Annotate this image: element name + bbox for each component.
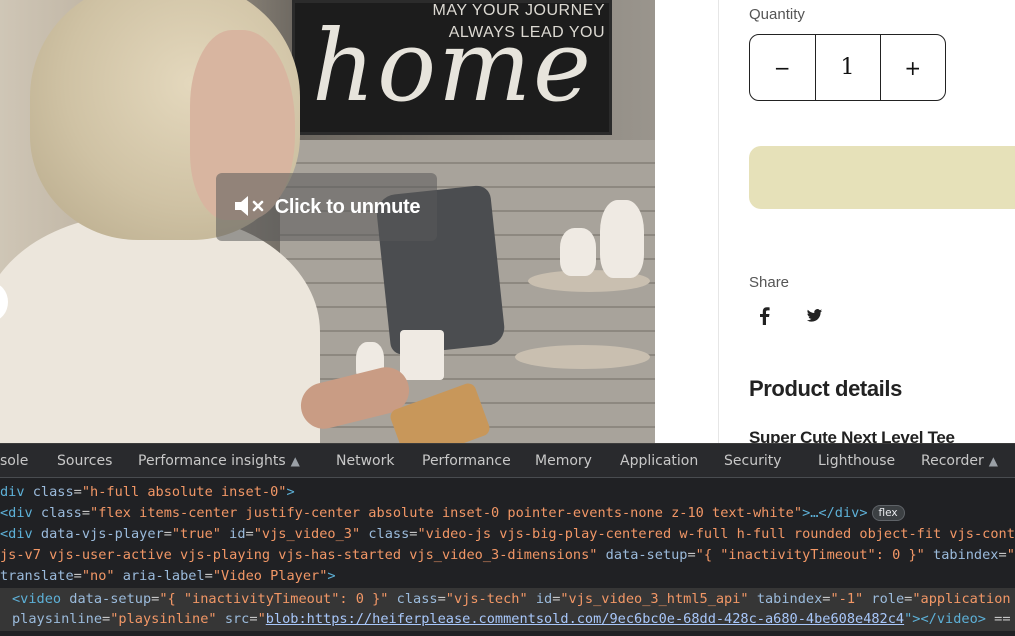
unmute-label: Click to unmute xyxy=(274,195,421,218)
quantity-label: Quantity xyxy=(749,6,805,23)
quantity-decrement-button[interactable]: − xyxy=(750,35,815,100)
dom-node-video-line[interactable]: <video data-setup="{ "inactivityTimeout"… xyxy=(0,589,1015,610)
home-sign-line-2: ALWAYS LEAD YOU xyxy=(448,24,605,41)
experiment-flask-icon: ▲ xyxy=(988,454,998,468)
dom-node-line[interactable]: <div class="flex items-center justify-ce… xyxy=(0,503,1015,524)
tab-application[interactable]: Application xyxy=(620,444,698,478)
dom-node-line[interactable]: js-v7 vjs-user-active vjs-playing vjs-ha… xyxy=(0,545,1015,566)
add-to-cart-button[interactable] xyxy=(749,146,1015,209)
facebook-icon[interactable] xyxy=(753,305,775,327)
devtools-panel: sole Sources Performance insights ▲ Netwo… xyxy=(0,443,1015,636)
experiment-flask-icon: ▲ xyxy=(290,454,300,468)
devtools-tab-bar: sole Sources Performance insights ▲ Netwo… xyxy=(0,443,1015,478)
tray-shelf-bottom xyxy=(515,345,650,369)
person-body xyxy=(0,215,320,443)
decor-sign-block xyxy=(400,330,444,380)
tab-security[interactable]: Security xyxy=(724,444,782,478)
tab-performance-insights[interactable]: Performance insights ▲ xyxy=(138,444,300,478)
product-panel: Quantity − + Share Product details Super… xyxy=(655,0,1015,447)
tab-network[interactable]: Network xyxy=(336,444,394,478)
quantity-increment-button[interactable]: + xyxy=(881,35,946,100)
product-details-heading: Product details xyxy=(749,376,902,401)
dom-node-video-line-cont[interactable]: playsinline="playsinline" src="blob:http… xyxy=(0,609,1015,630)
tab-sources[interactable]: Sources xyxy=(57,444,112,478)
blob-src-link[interactable]: blob:https://heiferplease.commentsold.co… xyxy=(266,611,904,627)
dom-node-line[interactable]: div class="h-full absolute inset-0"> xyxy=(0,482,1015,503)
quantity-input[interactable] xyxy=(814,35,881,100)
flex-badge[interactable]: flex xyxy=(871,505,905,521)
product-video[interactable]: home MAY YOUR JOURNEY ALWAYS LEAD YOU Cl… xyxy=(0,0,655,443)
quantity-stepper: − + xyxy=(749,34,946,101)
tab-recorder[interactable]: Recorder ▲ xyxy=(921,444,998,478)
home-sign-line-1: MAY YOUR JOURNEY xyxy=(432,2,605,19)
tab-performance[interactable]: Performance xyxy=(422,444,511,478)
panel-divider xyxy=(718,0,719,443)
dom-node-line[interactable]: <div data-vjs-player="true" id="vjs_vide… xyxy=(0,524,1015,545)
tab-memory[interactable]: Memory xyxy=(535,444,592,478)
tab-console[interactable]: sole xyxy=(0,444,28,478)
share-label: Share xyxy=(749,274,790,291)
unmute-button[interactable]: Click to unmute xyxy=(216,173,437,241)
tab-lighthouse[interactable]: Lighthouse xyxy=(818,444,895,478)
decor-jar xyxy=(560,228,596,276)
speaker-muted-icon xyxy=(233,195,267,220)
twitter-icon[interactable] xyxy=(803,305,825,327)
dom-node-line[interactable]: translate="no" aria-label="Video Player"… xyxy=(0,566,1015,587)
decor-vase xyxy=(600,200,644,278)
